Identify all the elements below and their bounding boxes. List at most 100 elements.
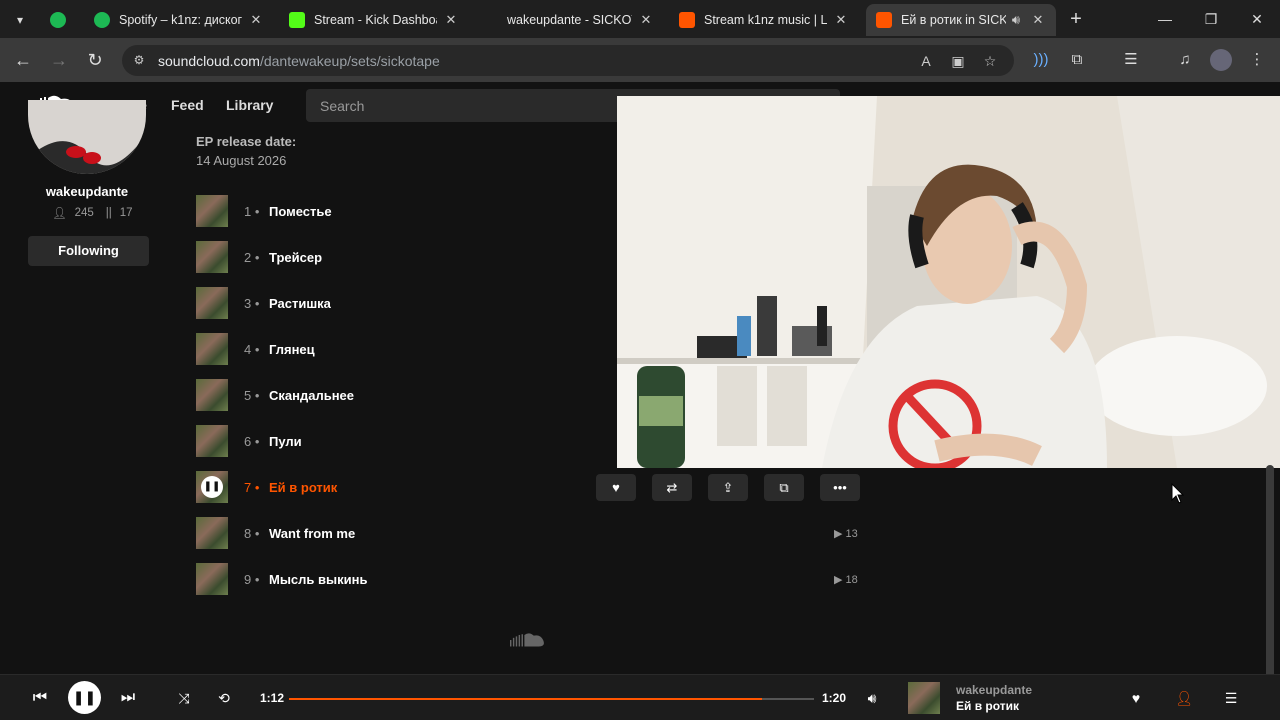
- following-user-icon[interactable]: 👤︎: [1171, 685, 1197, 711]
- like-heart-icon[interactable]: ♥: [1123, 685, 1149, 711]
- now-playing-artist[interactable]: wakeupdante: [956, 683, 1032, 697]
- repost-icon[interactable]: ⇄: [652, 474, 692, 501]
- new-tab-icon[interactable]: +: [1066, 8, 1086, 30]
- track-title[interactable]: Want from me: [269, 526, 355, 541]
- progress-fill: [289, 698, 762, 700]
- share-icon[interactable]: ⇪: [708, 474, 748, 501]
- page-scrollbar[interactable]: [1266, 465, 1274, 680]
- reload-icon[interactable]: ↻: [82, 48, 108, 72]
- following-button[interactable]: Following: [28, 236, 149, 266]
- pause-icon[interactable]: ❚❚: [201, 476, 223, 498]
- blank-favicon-icon: [484, 12, 498, 28]
- site-info-icon[interactable]: ⚙: [131, 52, 147, 68]
- tab-search-chevron-icon[interactable]: ▾: [10, 10, 30, 30]
- pause-button[interactable]: ❚❚: [68, 681, 101, 714]
- soundcloud-icon: [876, 12, 892, 28]
- install-app-icon[interactable]: ▣: [948, 51, 968, 71]
- minimize-icon[interactable]: —: [1142, 6, 1188, 32]
- play-count-icon: ▶: [834, 574, 843, 586]
- now-playing-artwork[interactable]: [908, 682, 940, 714]
- tab-spotify[interactable]: Spotify – k1nz: дискогр ✕: [84, 4, 274, 36]
- track-title[interactable]: Ей в ротик: [269, 480, 337, 495]
- copy-link-icon[interactable]: ⧉: [764, 474, 804, 501]
- track-artwork[interactable]: [196, 563, 228, 595]
- back-icon[interactable]: ←: [10, 48, 36, 72]
- track-title[interactable]: Пули: [269, 434, 302, 449]
- track-artwork[interactable]: ❚❚: [196, 471, 228, 503]
- track-title[interactable]: Скандальнее: [269, 388, 354, 403]
- browser-menu-icon[interactable]: ⋮: [1246, 49, 1268, 71]
- track-artwork[interactable]: [196, 241, 228, 273]
- track-artwork[interactable]: [196, 425, 228, 457]
- track-number: 5 •: [244, 388, 260, 403]
- track-plays: ▶ 13: [834, 528, 858, 540]
- tab-k1nz[interactable]: Stream k1nz music | Lis ✕: [669, 4, 859, 36]
- restore-icon[interactable]: ❐: [1188, 6, 1234, 32]
- shuffle-icon[interactable]: ⤨: [171, 685, 197, 711]
- tab-close-icon[interactable]: ✕: [1030, 12, 1046, 28]
- soundcloud-icon: [679, 12, 695, 28]
- progress-bar[interactable]: [289, 698, 814, 700]
- track-title[interactable]: Глянец: [269, 342, 315, 357]
- tab-audio-icon[interactable]: 🔊︎: [1008, 12, 1024, 28]
- nav-library[interactable]: Library: [226, 97, 273, 113]
- extensions-puzzle-icon[interactable]: ⧉: [1066, 49, 1088, 71]
- tab-close-icon[interactable]: ✕: [443, 12, 459, 28]
- track-artwork[interactable]: [196, 379, 228, 411]
- profile-stats: 👤︎ 245 || 17: [52, 206, 133, 220]
- url-path: /dantewakeup/sets/sickotape: [259, 53, 440, 69]
- tab-title: Stream - Kick Dashboar: [314, 13, 437, 27]
- tab-active-soundcloud[interactable]: Ей в ротик in SICKO 🔊︎ ✕: [866, 4, 1056, 36]
- track-number: 4 •: [244, 342, 260, 357]
- tab-title: Ей в ротик in SICKO: [901, 13, 1006, 27]
- translate-icon[interactable]: A: [916, 51, 936, 71]
- track-title[interactable]: Мысль выкинь: [269, 572, 367, 587]
- elapsed-time: 1:12: [260, 691, 285, 705]
- address-bar[interactable]: ⚙ soundcloud.com/dantewakeup/sets/sickot…: [122, 45, 1014, 76]
- followers-icon: 👤︎: [52, 208, 67, 220]
- followers-count[interactable]: 245: [75, 207, 94, 219]
- track-artwork[interactable]: [196, 517, 228, 549]
- queue-icon[interactable]: ☰: [1218, 685, 1244, 711]
- track-artwork[interactable]: [196, 195, 228, 227]
- reading-list-icon[interactable]: ☰: [1120, 49, 1142, 71]
- next-track-icon[interactable]: ⏭: [115, 685, 141, 711]
- track-row[interactable]: 9 • Мысль выкинь ▶ 18: [196, 563, 876, 595]
- tab-kick[interactable]: Stream - Kick Dashboar ✕: [279, 4, 469, 36]
- repeat-icon[interactable]: ⟲: [211, 685, 237, 711]
- track-title[interactable]: Растишка: [269, 296, 331, 311]
- window-close-icon[interactable]: ✕: [1234, 6, 1280, 32]
- tab-close-icon[interactable]: ✕: [248, 12, 264, 28]
- track-title[interactable]: Поместье: [269, 204, 332, 219]
- duration-time: 1:20: [822, 691, 847, 705]
- release-date-label: EP release date:: [196, 134, 297, 149]
- browser-tab-bar: ▾ Spotify – k1nz: дискогр ✕ Stream - Kic…: [0, 0, 1280, 38]
- webcam-overlay: [617, 96, 1280, 468]
- profile-avatar-icon[interactable]: [1210, 49, 1232, 71]
- track-row[interactable]: 8 • Want from me ▶ 13: [196, 517, 876, 549]
- forward-icon[interactable]: →: [46, 48, 72, 72]
- tab-close-icon[interactable]: ✕: [638, 12, 654, 28]
- player-bar: ⏮ ❚❚ ⏭ ⤨ ⟲ 1:12 1:20 🔊︎ wakeupdante Ей в…: [0, 674, 1280, 720]
- nav-feed[interactable]: Feed: [171, 97, 204, 113]
- tab-wakeupdante[interactable]: wakeupdante - SICKOT/ ✕: [474, 4, 664, 36]
- tab-close-icon[interactable]: ✕: [833, 12, 849, 28]
- more-options-icon[interactable]: •••: [820, 474, 860, 501]
- avatar[interactable]: [28, 100, 146, 174]
- tab-pinned-spotify[interactable]: [44, 4, 72, 36]
- media-control-icon[interactable]: ♫: [1174, 49, 1196, 71]
- profile-username[interactable]: wakeupdante: [0, 184, 174, 199]
- track-title[interactable]: Трейсер: [269, 250, 322, 265]
- tracks-count[interactable]: 17: [120, 207, 133, 219]
- tracks-icon: ||: [105, 207, 112, 219]
- kick-icon: [289, 12, 305, 28]
- bookmark-star-icon[interactable]: ☆: [980, 51, 1000, 71]
- track-artwork[interactable]: [196, 333, 228, 365]
- track-artwork[interactable]: [196, 287, 228, 319]
- previous-track-icon[interactable]: ⏮: [27, 685, 53, 711]
- extension-wave-icon[interactable]: ))): [1030, 49, 1052, 71]
- volume-icon[interactable]: 🔊︎: [859, 685, 885, 711]
- like-heart-icon[interactable]: ♥: [596, 474, 636, 501]
- track-number: 7 •: [244, 480, 260, 495]
- now-playing-title[interactable]: Ей в ротик: [956, 699, 1019, 713]
